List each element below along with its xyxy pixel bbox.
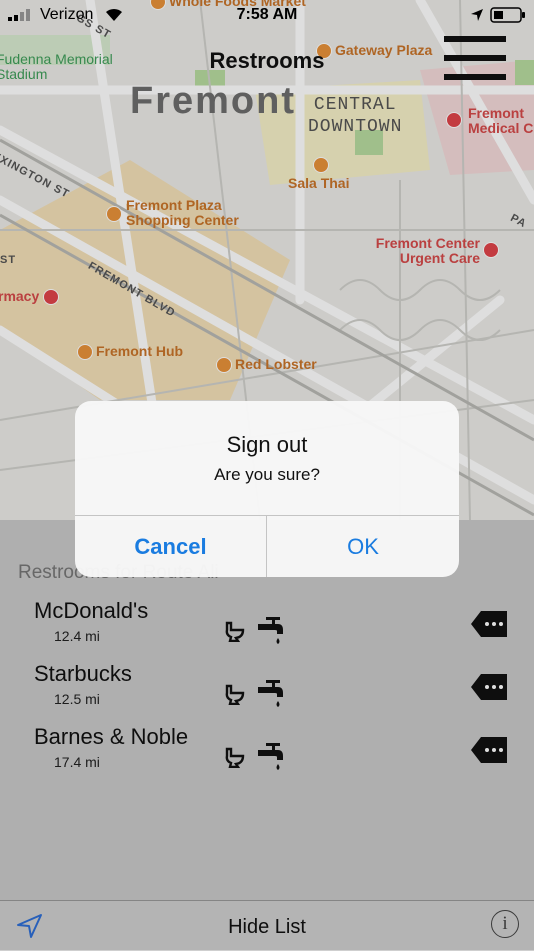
alert-title: Sign out	[226, 432, 308, 457]
ok-button[interactable]: OK	[267, 516, 459, 577]
alert-message: Are you sure?	[214, 465, 320, 484]
sign-out-alert: Sign out Are you sure? Cancel OK	[75, 401, 459, 577]
cancel-button[interactable]: Cancel	[75, 516, 266, 577]
